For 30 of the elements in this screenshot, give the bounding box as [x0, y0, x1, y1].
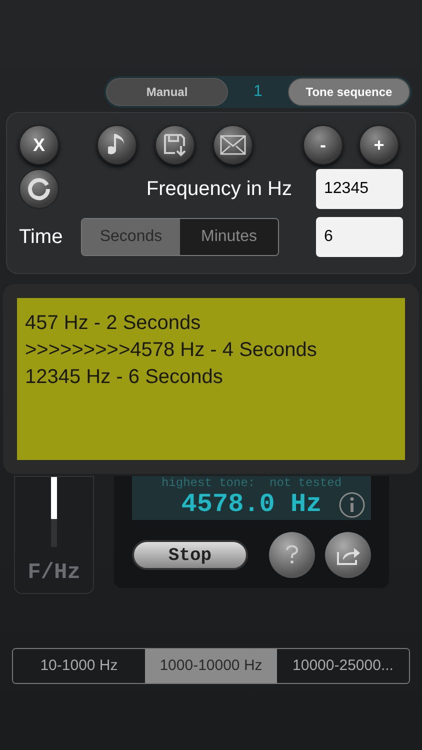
sequence-entry: 12345 Hz - 6 Seconds — [25, 365, 224, 390]
help-button[interactable] — [269, 532, 315, 578]
info-icon[interactable] — [339, 492, 365, 518]
mode-button[interactable]: Manual — [106, 78, 228, 106]
plus-button[interactable]: + — [359, 125, 399, 165]
share-button[interactable] — [325, 532, 371, 578]
close-button[interactable]: X — [19, 125, 59, 165]
save-icon — [162, 132, 188, 158]
frequency-label: Frequency in Hz — [146, 177, 292, 202]
sequence-entry: 457 Hz - 2 Seconds — [25, 311, 202, 336]
range-tab[interactable]: 1000-10000 Hz — [145, 649, 277, 683]
minus-button[interactable]: - — [303, 125, 343, 165]
question-mark-icon — [286, 545, 298, 565]
frequency-field[interactable]: 12345 — [316, 169, 403, 209]
time-label: Time — [19, 225, 64, 250]
mode-button[interactable]: Tone sequence — [288, 78, 410, 106]
time-field[interactable]: 6 — [316, 217, 403, 257]
tone-status: highest tone: not tested — [161, 476, 342, 490]
slider-label: F/Hz — [28, 559, 80, 587]
mail-button[interactable] — [213, 125, 253, 165]
envelope-icon — [220, 135, 246, 155]
save-button[interactable] — [155, 125, 195, 165]
repeat-button[interactable] — [19, 169, 59, 209]
sequence-counter: 1 — [254, 82, 262, 102]
music-button[interactable] — [97, 125, 137, 165]
sequence-entry: >>>>>>>>>4578 Hz - 4 Seconds — [25, 338, 318, 363]
unit-tab[interactable]: Minutes — [180, 219, 278, 255]
stop-button[interactable]: Stop — [132, 540, 248, 570]
slider-fill[interactable] — [51, 477, 57, 519]
frequency-readout: 4578.0 Hz — [181, 490, 322, 518]
